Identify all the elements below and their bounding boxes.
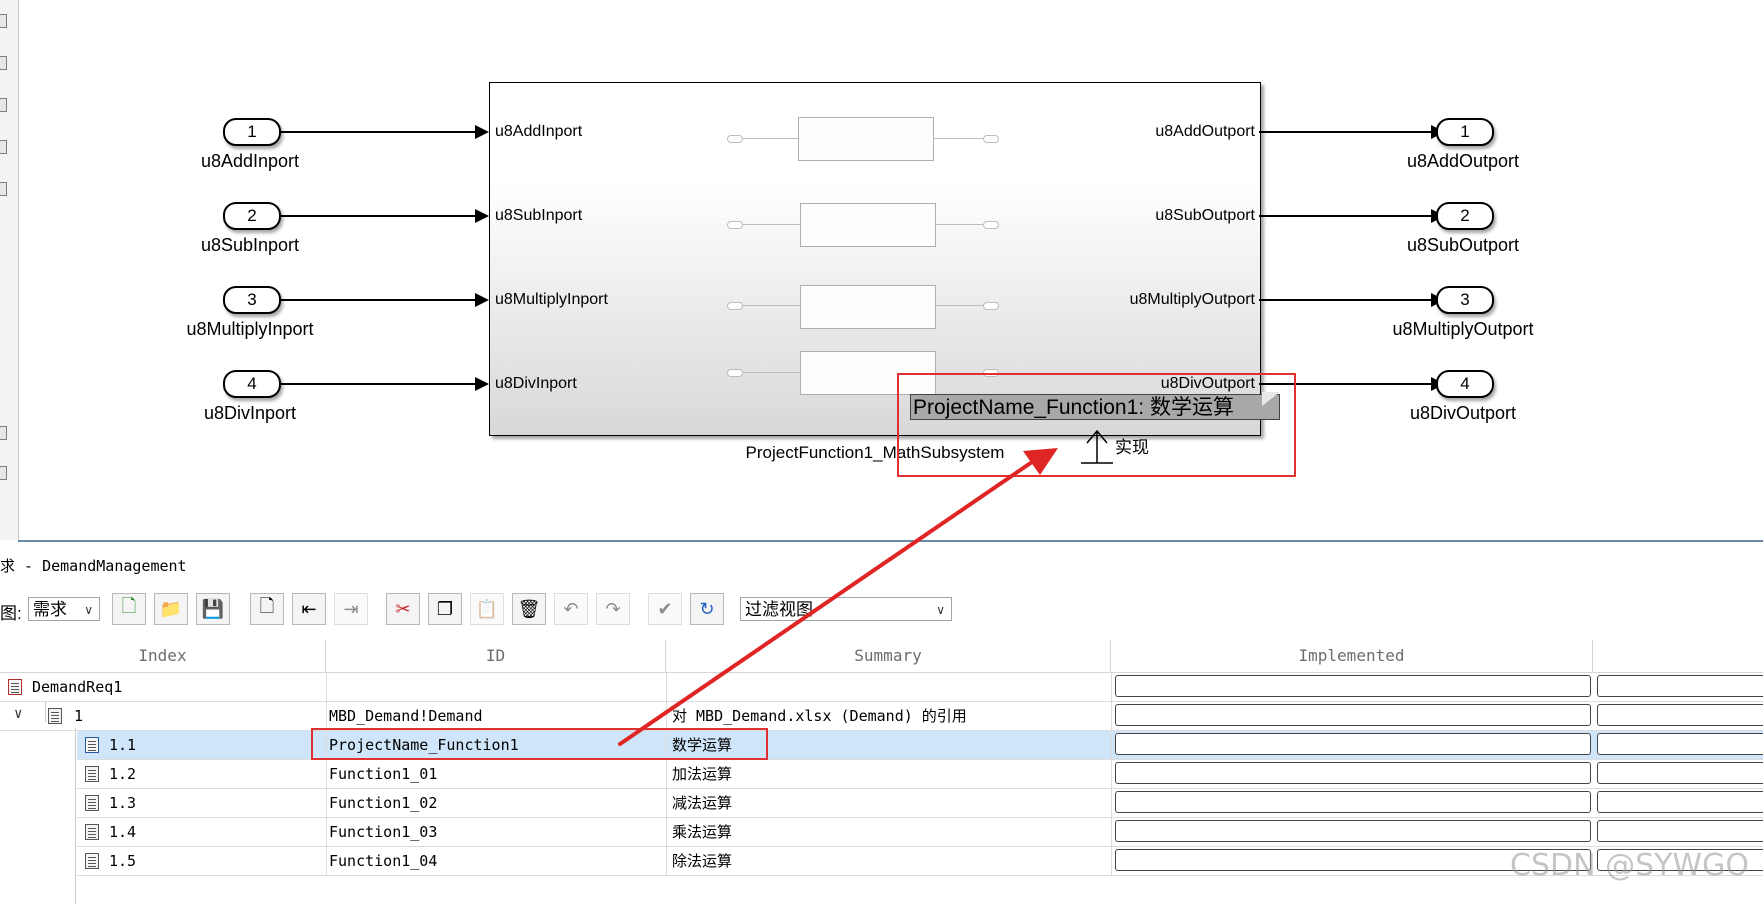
annotation-arrow <box>618 448 1058 746</box>
watermark: CSDN @SYWGO <box>1510 848 1749 883</box>
